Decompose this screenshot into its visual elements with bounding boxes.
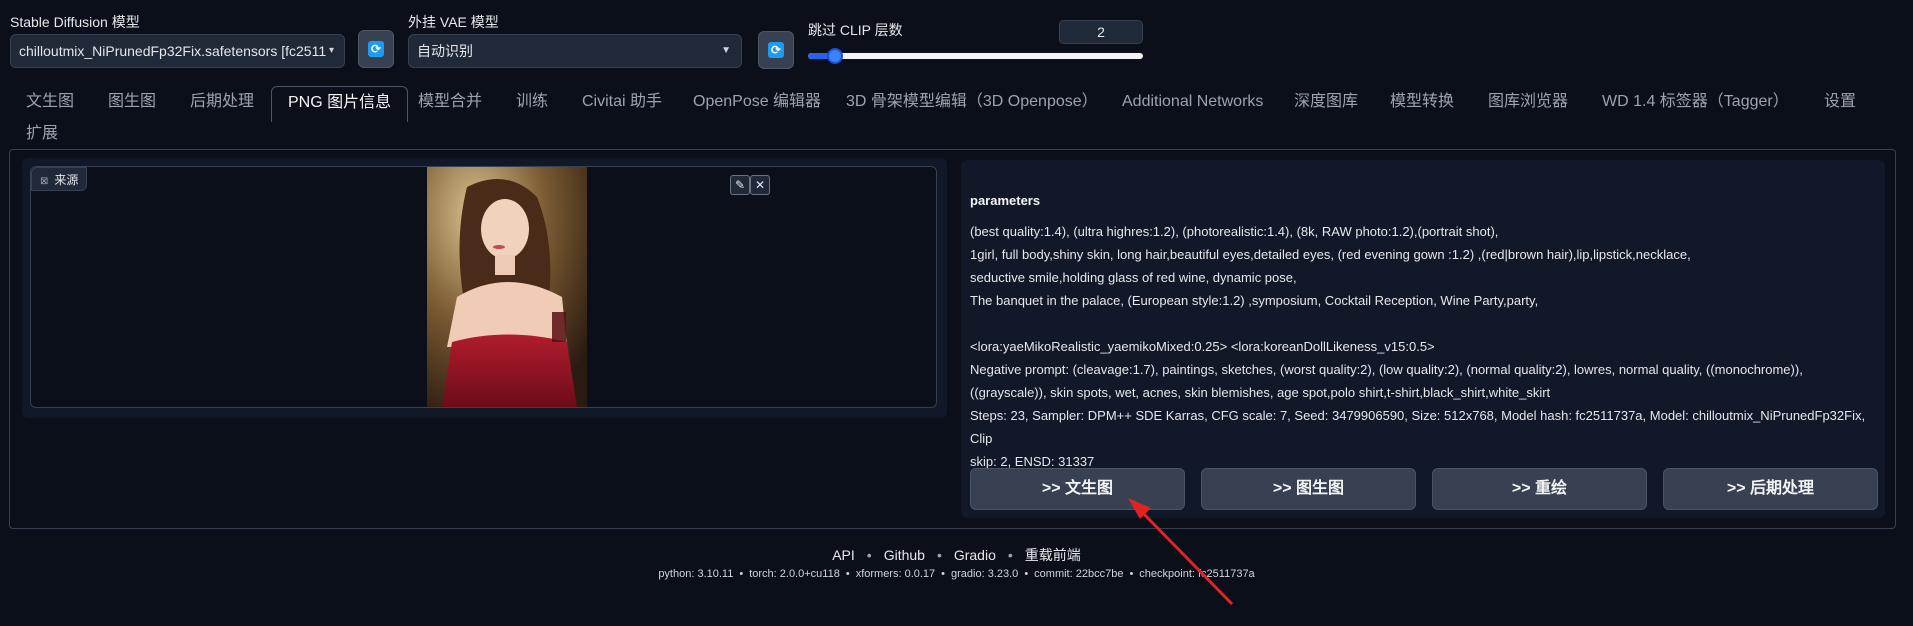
version-commit: commit: 22bcc7be	[1034, 568, 1124, 580]
vae-label: 外挂 VAE 模型	[408, 14, 499, 30]
image-dropzone[interactable]: ⊠ 来源 ✎ ✕	[30, 166, 937, 408]
tab-extensions[interactable]: 扩展	[10, 118, 74, 150]
version-torch: torch: 2.0.0+cu118	[749, 568, 840, 580]
sd-model-refresh-button[interactable]: ⟳	[358, 30, 394, 68]
parameters-text: (best quality:1.4), (ultra highres:1.2),…	[970, 224, 1866, 469]
vae-value: 自动识别	[417, 43, 473, 59]
tab-train[interactable]: 训练	[500, 86, 564, 118]
edit-image-button[interactable]: ✎	[730, 175, 750, 195]
image-icon: ⊠	[40, 176, 49, 187]
refresh-icon: ⟳	[768, 42, 784, 58]
png-info-output: parameters (best quality:1.4), (ultra hi…	[961, 160, 1885, 518]
tab-model-converter[interactable]: 模型转换	[1374, 86, 1470, 118]
parameters-title: parameters	[970, 193, 1041, 208]
version-xformers: xformers: 0.0.17	[855, 568, 936, 580]
send-to-inpaint-button[interactable]: >> 重绘	[1432, 468, 1647, 510]
tab-wd14-tagger[interactable]: WD 1.4 标签器（Tagger）	[1586, 86, 1805, 118]
footer-link-github[interactable]: Github	[884, 547, 925, 563]
vae-refresh-button[interactable]: ⟳	[758, 31, 794, 69]
tab-txt2img[interactable]: 文生图	[10, 86, 90, 118]
close-icon: ✕	[754, 178, 766, 192]
tab-openpose-editor[interactable]: OpenPose 编辑器	[677, 86, 837, 118]
tab-3d-openpose[interactable]: 3D 骨架模型编辑（3D Openpose）	[830, 86, 1114, 118]
image-input-block: ⊠ 来源 ✎ ✕	[22, 158, 947, 418]
tab-png-info[interactable]: PNG 图片信息	[271, 86, 409, 122]
tab-additional-networks[interactable]: Additional Networks	[1106, 86, 1279, 118]
sd-model-dropdown[interactable]: chilloutmix_NiPrunedFp32Fix.safetensors …	[10, 34, 345, 68]
footer-version-info: python: 3.10.11 • torch: 2.0.0+cu118 • xform…	[658, 568, 1255, 580]
sd-model-value: chilloutmix_NiPrunedFp32Fix.safetensors …	[19, 43, 327, 59]
clip-skip-label: 跳过 CLIP 层数	[808, 22, 903, 38]
tab-depth-library[interactable]: 深度图库	[1278, 86, 1374, 118]
source-label: ⊠ 来源	[31, 167, 88, 191]
send-to-img2img-button[interactable]: >> 图生图	[1201, 468, 1416, 510]
tab-civitai-helper[interactable]: Civitai 助手	[566, 86, 678, 118]
tab-img2img[interactable]: 图生图	[92, 86, 172, 118]
footer-link-reload-ui[interactable]: 重载前端	[1025, 547, 1081, 563]
refresh-icon: ⟳	[368, 41, 384, 57]
version-checkpoint: checkpoint: fc2511737a	[1139, 568, 1255, 580]
sd-model-label: Stable Diffusion 模型	[10, 14, 140, 30]
version-python: python: 3.10.11	[658, 568, 734, 580]
footer-link-gradio[interactable]: Gradio	[954, 547, 996, 563]
version-gradio: gradio: 3.23.0	[951, 568, 1019, 580]
tab-model-merge[interactable]: 模型合并	[402, 86, 498, 118]
footer-links: API • Github • Gradio • 重载前端	[832, 547, 1081, 563]
send-to-extras-button[interactable]: >> 后期处理	[1663, 468, 1878, 510]
chevron-down-icon: ▾	[328, 45, 334, 56]
tab-extras[interactable]: 后期处理	[174, 86, 270, 118]
footer-link-api[interactable]: API	[832, 547, 855, 563]
send-to-txt2img-button[interactable]: >> 文生图	[970, 468, 1185, 510]
vae-dropdown[interactable]: 自动识别 ▼	[408, 34, 742, 68]
pencil-icon: ✎	[734, 178, 746, 192]
tab-image-browser[interactable]: 图库浏览器	[1472, 86, 1584, 118]
clear-image-button[interactable]: ✕	[750, 175, 770, 195]
clip-skip-input[interactable]: 2	[1059, 20, 1143, 44]
chevron-down-icon: ▼	[721, 45, 731, 56]
clip-skip-slider-handle[interactable]	[826, 48, 843, 64]
tab-settings[interactable]: 设置	[1808, 86, 1872, 118]
uploaded-image	[427, 167, 587, 407]
clip-skip-slider[interactable]	[808, 48, 1143, 64]
